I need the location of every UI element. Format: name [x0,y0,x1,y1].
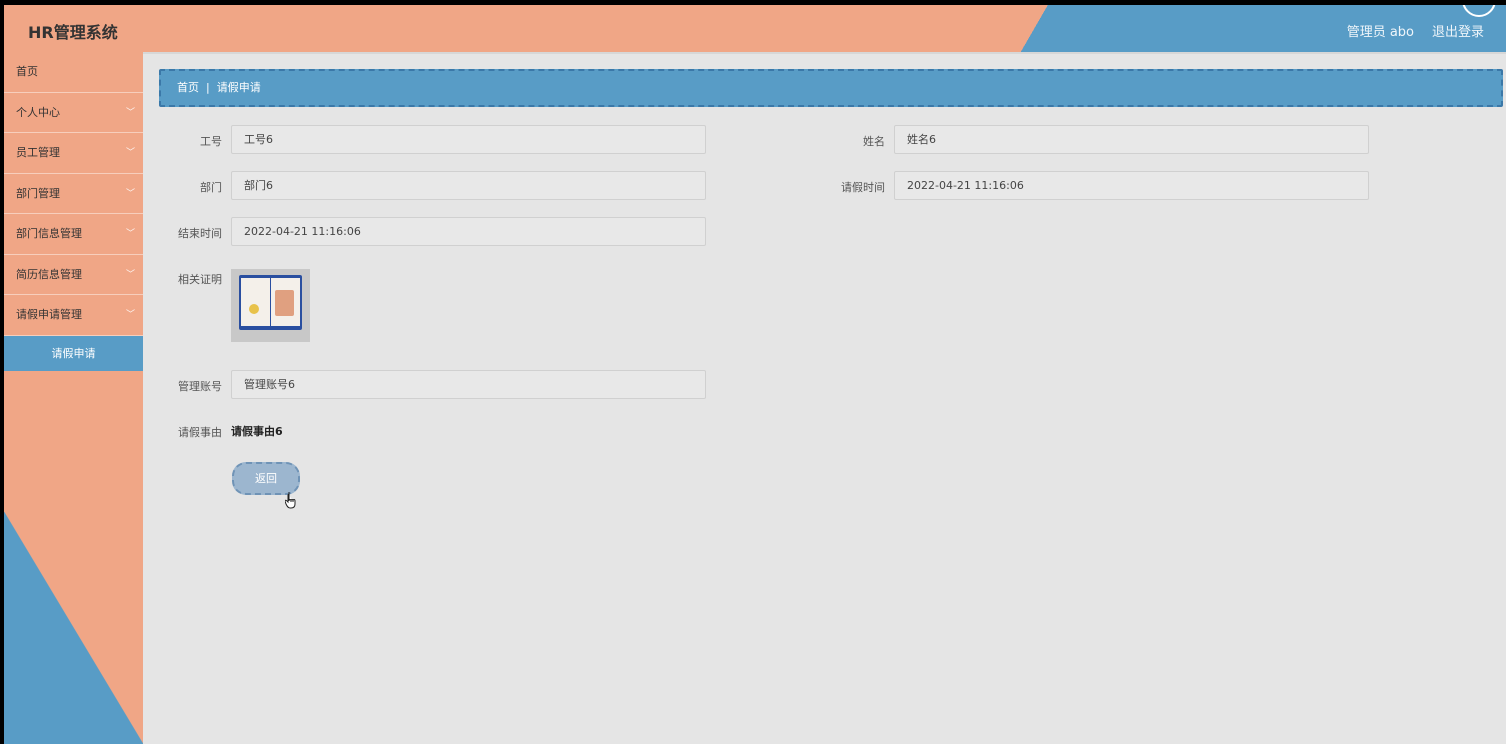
reason-value: 请假事由6 [231,425,283,438]
sidebar-item-resume-info[interactable]: 简历信息管理 ﹀ [4,255,143,295]
end-time-label: 结束时间 [178,227,222,240]
app-title: HR管理系统 [28,23,118,42]
name-label: 姓名 [863,135,885,148]
sidebar-item-label: 请假申请管理 [16,308,82,321]
logout-link[interactable]: 退出登录 [1432,21,1484,40]
sidebar-item-label: 部门管理 [16,186,60,200]
hand-cursor-icon [285,492,296,509]
chevron-down-icon: ﹀ [125,229,135,239]
breadcrumb-home[interactable]: 首页 [177,81,199,94]
top-header: HR管理系统 管理员 abo 退出登录 [4,5,1506,52]
sidebar-menu: 首页 个人中心 ﹀ 员工管理 ﹀ 部门管理 ﹀ 部门信息管理 ﹀ 简历信息管理 … [4,52,143,371]
proof-label: 相关证明 [178,273,222,286]
department-field[interactable]: 部门6 [231,171,706,200]
reason-label: 请假事由 [178,426,222,439]
admin-account-label: 管理账号 [178,380,222,393]
header-divider [4,52,1506,54]
avatar[interactable] [1462,5,1496,17]
sidebar-item-department-info[interactable]: 部门信息管理 ﹀ [4,214,143,255]
employee-id-field[interactable]: 工号6 [231,125,706,154]
sidebar-item-department-management[interactable]: 部门管理 ﹀ [4,174,143,214]
sidebar-item-employee-management[interactable]: 员工管理 ﹀ [4,133,143,174]
app-frame: HR管理系统 管理员 abo 退出登录 首页 个人中心 ﹀ 员工管理 ﹀ 部门管… [4,5,1506,744]
sidebar-subitem-leave-application[interactable]: 请假申请 [4,335,143,371]
sidebar-item-label: 个人中心 [16,105,60,119]
chevron-down-icon: ﹀ [125,107,135,118]
sidebar: 首页 个人中心 ﹀ 员工管理 ﹀ 部门管理 ﹀ 部门信息管理 ﹀ 简历信息管理 … [4,52,143,744]
sidebar-item-home[interactable]: 首页 [4,52,143,93]
sidebar-background-diagonal [4,512,143,744]
sidebar-item-label: 简历信息管理 [16,267,82,281]
sidebar-item-leave-management[interactable]: 请假申请管理 ﹀ [4,295,143,336]
department-label: 部门 [200,181,222,194]
leave-time-field[interactable]: 2022-04-21 11:16:06 [894,171,1369,200]
breadcrumb: 首页 | 请假申请 [159,69,1503,107]
end-time-field[interactable]: 2022-04-21 11:16:06 [231,217,706,246]
sidebar-item-label: 员工管理 [16,146,60,159]
sidebar-item-personal-center[interactable]: 个人中心 ﹀ [4,93,143,133]
certificate-image [239,275,302,330]
admin-account-field[interactable]: 管理账号6 [231,370,706,399]
breadcrumb-current: 请假申请 [216,81,261,94]
chevron-down-icon: ﹀ [125,188,135,199]
proof-image[interactable] [231,269,310,342]
chevron-down-icon: ﹀ [125,148,135,158]
sidebar-item-label: 首页 [16,65,38,78]
name-field[interactable]: 姓名6 [894,125,1369,154]
current-user-label: 管理员 abo [1346,25,1414,40]
breadcrumb-separator: | [206,81,210,94]
sidebar-item-label: 部门信息管理 [16,227,82,240]
employee-id-label: 工号 [200,135,222,148]
chevron-down-icon: ﹀ [125,310,135,320]
chevron-down-icon: ﹀ [125,269,135,280]
leave-time-label: 请假时间 [841,181,885,194]
